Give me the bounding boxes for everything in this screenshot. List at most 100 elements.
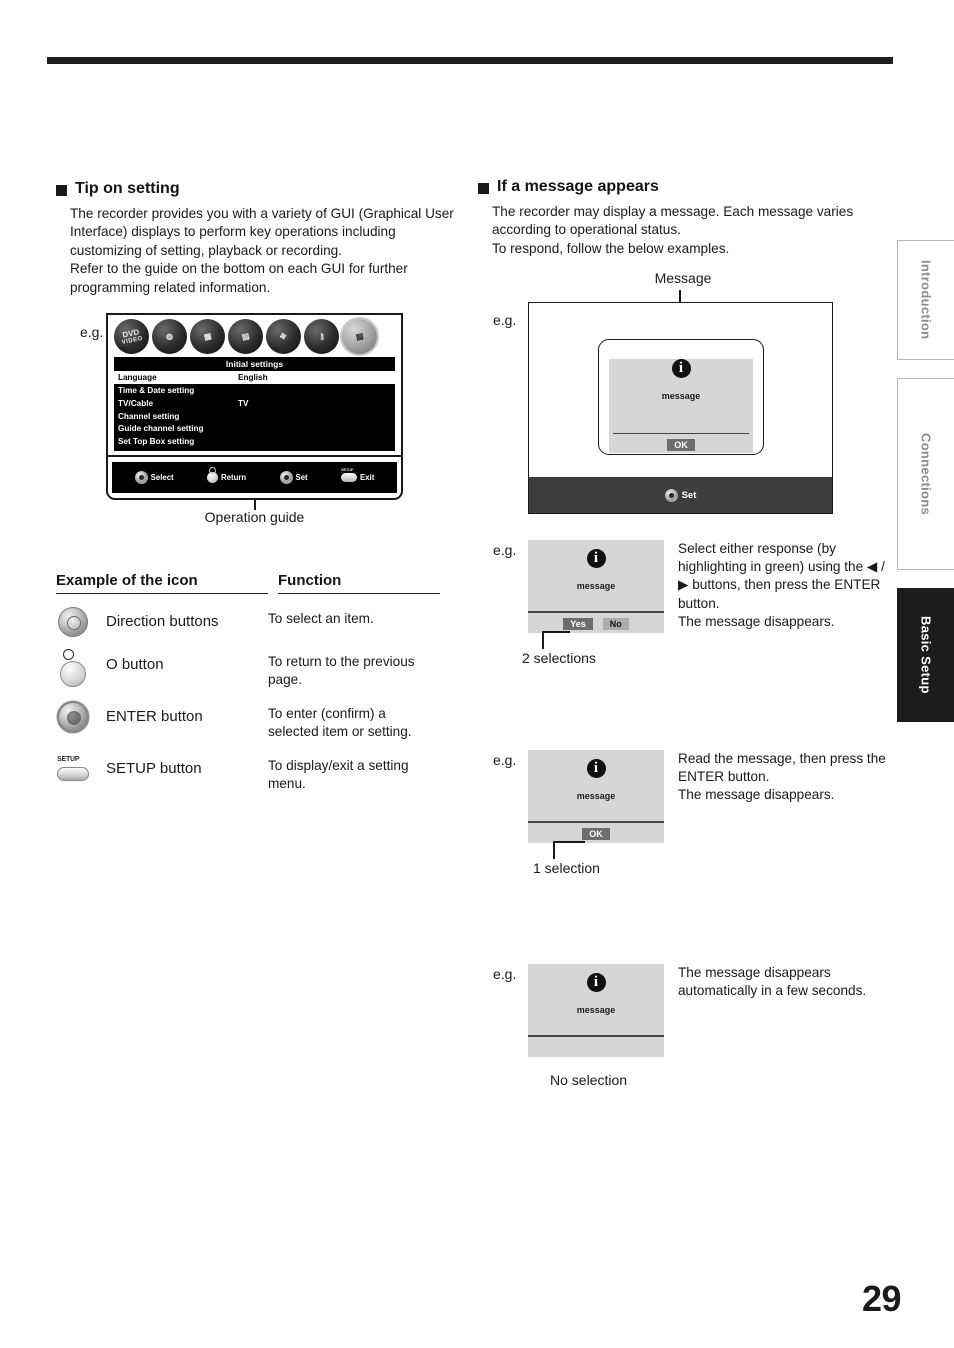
operation-guide-caption: Operation guide: [204, 509, 305, 526]
if-a-message-appears-body: The recorder may display a message. Each…: [492, 203, 888, 258]
side-tab-connections-label: Connections: [918, 432, 934, 516]
square-bullet-icon: [478, 183, 489, 194]
menu-item-set-top-box[interactable]: Set Top Box setting: [114, 436, 395, 449]
table-row: Direction buttons To select an item.: [56, 607, 456, 637]
example-1-leader-horizontal: [542, 631, 570, 633]
menu-item-channel-setting-label: Channel setting: [118, 411, 180, 421]
op-guide-return-label: Return: [221, 473, 247, 483]
table-header-function: Function: [278, 572, 440, 594]
example-1-dialog: i message Yes No: [528, 540, 664, 633]
menu-item-time-date-label: Time & Date setting: [118, 385, 195, 395]
enter-button-icon: [58, 701, 88, 732]
example-2-leader-horizontal: [553, 841, 585, 843]
table-cell-icon: Direction buttons: [56, 607, 268, 637]
op-guide-exit-label: Exit: [360, 473, 375, 483]
menu-item-set-top-box-label: Set Top Box setting: [118, 437, 195, 447]
table-cell-icon: O button: [56, 649, 268, 689]
side-tab-basic-setup[interactable]: Basic Setup: [897, 588, 954, 722]
example-3-eg-label: e.g.: [493, 966, 517, 982]
top-rule: [47, 57, 893, 64]
no-button[interactable]: No: [602, 617, 629, 630]
example-no-selection: e.g. i message No selection The message …: [478, 964, 888, 1094]
info-icon: i: [671, 359, 691, 378]
info-icon: i: [586, 973, 606, 992]
ok-button[interactable]: OK: [582, 827, 610, 840]
table-function-o: To return to the previous page.: [268, 654, 415, 687]
menu-item-language[interactable]: Language English: [114, 371, 395, 385]
setup-button-icon: [57, 756, 89, 781]
operation-guide-bar: Select Return Set Exit: [106, 455, 403, 501]
return-button-icon: [207, 467, 219, 484]
direction-buttons-icon: [58, 607, 88, 637]
tip-paragraph-1: The recorder provides you with a variety…: [70, 206, 454, 258]
menu-item-language-value: English: [238, 372, 268, 382]
example-2-message-text: message: [576, 791, 616, 801]
example-3-dialog: i message: [528, 964, 664, 1057]
page-number: 29: [861, 1278, 902, 1319]
tv-operation-guide-label: Set: [681, 489, 697, 501]
if-a-message-appears-heading: If a message appears: [478, 178, 888, 196]
lock-key-icon[interactable]: ⚷: [304, 319, 339, 355]
menu-item-time-date[interactable]: Time & Date setting: [114, 384, 395, 397]
table-cell-icon: ENTER button: [56, 701, 268, 741]
dialog-separator: [613, 432, 749, 434]
menu-item-guide-channel[interactable]: Guide channel setting: [114, 423, 395, 436]
initial-settings-title: Initial settings: [225, 359, 284, 370]
left-column: Tip on setting The recorder provides you…: [56, 180, 456, 543]
initial-settings-panel: Initial settings Language English Time &…: [114, 357, 395, 451]
menu-item-tv-cable-label: TV/Cable: [118, 398, 154, 408]
side-tab-introduction[interactable]: Introduction: [897, 240, 954, 360]
dpad-icon: [664, 488, 678, 502]
right-column: If a message appears The recorder may di…: [478, 178, 888, 1088]
info-icon: i: [586, 549, 606, 568]
ok-button[interactable]: OK: [667, 439, 695, 451]
menu-item-tv-cable-value: TV: [238, 398, 249, 408]
table-icon-name-enter: ENTER button: [106, 707, 203, 725]
example-1-leader-vertical: [542, 631, 544, 649]
dialog-message-text: message: [661, 391, 701, 401]
playback-icon[interactable]: ✤: [266, 319, 301, 355]
table-function-setup: To display/exit a setting menu.: [268, 757, 409, 791]
example-two-selections: e.g. i message Yes No 2 selections Selec…: [478, 540, 888, 670]
message-paragraph-1: The recorder may display a message. Each…: [492, 204, 854, 238]
table-icon-name-direction: Direction buttons: [106, 613, 219, 630]
menu-item-tv-cable[interactable]: TV/Cable TV: [114, 397, 395, 410]
table-function-enter: To enter (confirm) a selected item or se…: [268, 705, 412, 739]
table-function-direction: To select an item.: [268, 611, 374, 626]
yes-button[interactable]: Yes: [563, 617, 593, 630]
gui-icon-row: DVD VIDEO ◍ ▦ ▤ ✤ ⚷ ▤: [108, 315, 401, 355]
example-2-eg-label: e.g.: [493, 752, 517, 768]
dpad-icon: [134, 471, 148, 485]
dvd-video-icon[interactable]: DVD VIDEO: [114, 319, 149, 355]
initial-settings-icon[interactable]: ▤: [342, 319, 377, 355]
op-guide-select: Select: [134, 471, 174, 485]
display-icon[interactable]: ▦: [190, 319, 225, 355]
menu-item-channel-setting[interactable]: Channel setting: [114, 410, 395, 423]
table-row: O button To return to the previous page.: [56, 649, 456, 689]
side-tab-basic-setup-label: Basic Setup: [918, 616, 934, 694]
op-guide-exit: Exit: [341, 467, 375, 483]
op-guide-return: Return: [207, 467, 247, 484]
example-2-description: Read the message, then press the ENTER b…: [678, 751, 886, 803]
example-1-eg-label: e.g.: [493, 542, 517, 558]
tip-paragraph-2: Refer to the guide on the bottom on each…: [70, 261, 408, 295]
table-header-example: Example of the icon: [56, 572, 268, 594]
dpad-icon: [279, 471, 293, 485]
op-guide-select-label: Select: [150, 473, 174, 483]
if-a-message-appears-heading-text: If a message appears: [497, 178, 659, 195]
tv-screen-example: i message OK Set: [528, 302, 833, 514]
table-row: SETUP button To display/exit a setting m…: [56, 754, 456, 793]
side-tab-connections[interactable]: Connections: [897, 378, 954, 570]
recording-icon[interactable]: ▤: [228, 319, 263, 355]
side-tab-group: Introduction Connections Basic Setup: [897, 240, 954, 740]
side-tab-introduction-label: Introduction: [918, 260, 934, 340]
disc-icon[interactable]: ◍: [152, 319, 187, 355]
example-2-dialog: i message OK: [528, 750, 664, 843]
tv-operation-guide-bar: Set: [529, 477, 832, 513]
menu-item-guide-channel-label: Guide channel setting: [118, 424, 204, 434]
message-paragraph-2: To respond, follow the below examples.: [492, 240, 730, 256]
info-icon: i: [586, 759, 606, 778]
example-one-selection: e.g. i message OK 1 selection Read the m…: [478, 750, 888, 880]
message-callout-label: Message: [654, 270, 712, 286]
op-guide-set: Set: [279, 471, 308, 485]
